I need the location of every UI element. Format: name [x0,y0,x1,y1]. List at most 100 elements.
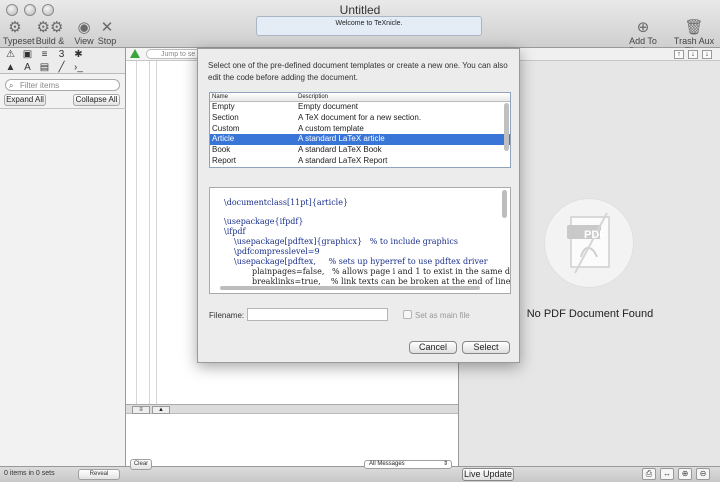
eye-icon: ◉ [77,19,91,36]
gutter-line [156,61,157,404]
table-header: Name Description [210,93,510,102]
arrow-down-icon[interactable]: ↓ [688,50,698,59]
clear-console-button[interactable]: Clear [130,459,152,470]
template-row[interactable]: Empty Empty document [210,102,510,113]
typeset-label: Typeset [3,36,35,46]
template-name: Book [212,145,231,155]
filename-label: Filename: [209,311,245,320]
arrow-down-icon[interactable]: ↓ [702,50,712,59]
gear-icon: ⚙ [8,19,22,36]
template-name: Section [212,112,239,122]
set-main-checkbox[interactable] [403,310,412,319]
code-line: \documentclass[11pt]{article} [224,198,349,207]
template-row[interactable]: Book A standard LaTeX Book [210,145,510,156]
template-description: A standard LaTeX Report [298,155,388,165]
collapse-all-button[interactable]: Collapse All [73,94,120,106]
template-name: Report [212,155,237,165]
table-scrollbar[interactable] [504,103,509,151]
zoom-in-icon[interactable]: ⊕ [678,468,692,480]
templates-table[interactable]: Name Description Empty Empty document Sect… [209,92,511,168]
reveal-button[interactable]: Reveal [78,469,120,480]
set-main-label: Set as main file [415,311,470,320]
bookmark-tab-icon[interactable]: ▣ [22,49,33,60]
filter-placeholder: Filter items [20,81,60,90]
add-document-icon: ⊕ [636,19,650,36]
code-line: \usepackage{ifpdf} [224,217,304,226]
template-name: Article [212,134,235,144]
window-title: Untitled [339,3,381,17]
alert-tab-icon[interactable]: ▲ [5,62,16,73]
code-line: plainpages=false, % allows page i and 1 … [252,267,511,276]
items-count: 0 items in 0 sets [4,470,55,477]
template-name: Custom [212,123,240,133]
column-header-description[interactable]: Description [298,93,328,101]
console-output [126,414,458,466]
select-button[interactable]: Select [462,341,510,354]
project-sidebar: ⚠ ▣ ≡ 3 ✱ ▲ A ▤ ╱ ›_ ⌕ Filter items Expa… [0,48,126,466]
code-horizontal-scrollbar[interactable] [220,286,480,290]
gutter-line [136,61,137,404]
sidebar-tabbar: ⚠ ▣ ≡ 3 ✱ ▲ A ▤ ╱ ›_ [0,48,125,74]
stack-tab-icon[interactable]: ≡ [39,49,50,60]
pdf-icon-text: PDF [584,229,606,241]
typeset-button[interactable]: ⚙ Typeset [3,18,35,46]
search-icon: ⌕ [9,81,14,90]
code-line: \pdfcompresslevel=9 [234,247,320,256]
template-code-editor[interactable]: \documentclass[11pt]{article} \usepackag… [209,187,511,294]
message-filter-select[interactable]: All Messages ⇕ [364,460,452,469]
template-row[interactable]: Report A standard LaTeX Report [210,156,510,167]
column-header-name[interactable]: Name [212,93,228,101]
filter-input[interactable]: ⌕ Filter items [5,79,120,91]
template-description: Empty document [298,102,359,111]
view-button[interactable]: ◉ View [74,18,94,46]
arrow-up-icon[interactable]: ↑ [674,50,684,59]
number-tab-icon[interactable]: 3 [56,49,67,60]
terminal-tab-icon[interactable]: ›_ [73,62,84,73]
expand-all-button[interactable]: Expand All [4,94,46,106]
view-label: View [74,36,94,46]
chevron-updown-icon: ⇕ [442,461,448,467]
gears-icon: ⚙⚙ [36,19,64,36]
font-tab-icon[interactable]: A [22,62,33,73]
status-display: Welcome to TeXnicle. [256,16,482,36]
template-description: A standard LaTeX Book [298,145,382,155]
stop-label: Stop [97,36,117,46]
print-icon[interactable]: ⎙ [642,468,656,480]
warning-tab-icon[interactable]: ⚠ [5,49,16,60]
stop-x-icon: ✕ [100,19,114,36]
template-row[interactable]: Custom A custom template [210,124,510,135]
settings-tab-icon[interactable]: ✱ [73,49,84,60]
template-description: A custom template [298,123,364,133]
live-update-button[interactable]: Live Update [462,468,514,481]
pen-tab-icon[interactable]: ╱ [56,62,67,73]
console-warning-tab-icon[interactable]: ▲ [152,406,170,414]
code-line: \usepackage[pdftex]{graphicx} % to inclu… [234,237,458,246]
template-description: A TeX document for a new section. [298,112,422,122]
code-line: breaklinks=true, % link texts can be bro… [252,277,511,286]
new-document-sheet: Select one of the pre-defined document t… [197,48,520,363]
table-body: Empty Empty document Section A TeX document… [210,102,510,167]
cancel-button[interactable]: Cancel [409,341,457,354]
console-list-tab-icon[interactable]: ≡ [132,406,150,414]
code-line: \ifpdf [224,227,246,236]
template-name: Empty [212,102,235,111]
books-tab-icon[interactable]: ▤ [39,62,50,73]
message-filter-value: All Messages [369,461,405,467]
code-vertical-scrollbar[interactable] [502,190,507,218]
warning-icon[interactable] [130,49,140,58]
sheet-instructions: Select one of the pre-defined document t… [208,61,508,82]
template-row[interactable]: Section A TeX document for a new section. [210,113,510,124]
sidebar-divider [0,108,126,109]
window-titlebar: Untitled ⚙ Typeset ⚙⚙ Build & View ◉ Vie… [0,0,720,56]
trash-icon: 🗑 [684,19,704,36]
jump-placeholder: Jump to se [161,51,196,58]
stop-button[interactable]: ✕ Stop [97,18,117,46]
filename-input[interactable] [247,308,388,321]
fit-width-icon[interactable]: ↔ [660,468,674,480]
pdf-document-icon [567,212,610,274]
template-row[interactable]: Article A standard LaTeX article [210,134,510,146]
zoom-out-icon[interactable]: ⊖ [696,468,710,480]
gutter-line [149,61,150,404]
bottom-statusbar: 0 items in 0 sets Reveal Clear All Messa… [0,459,720,482]
template-description: A standard LaTeX article [298,134,385,144]
